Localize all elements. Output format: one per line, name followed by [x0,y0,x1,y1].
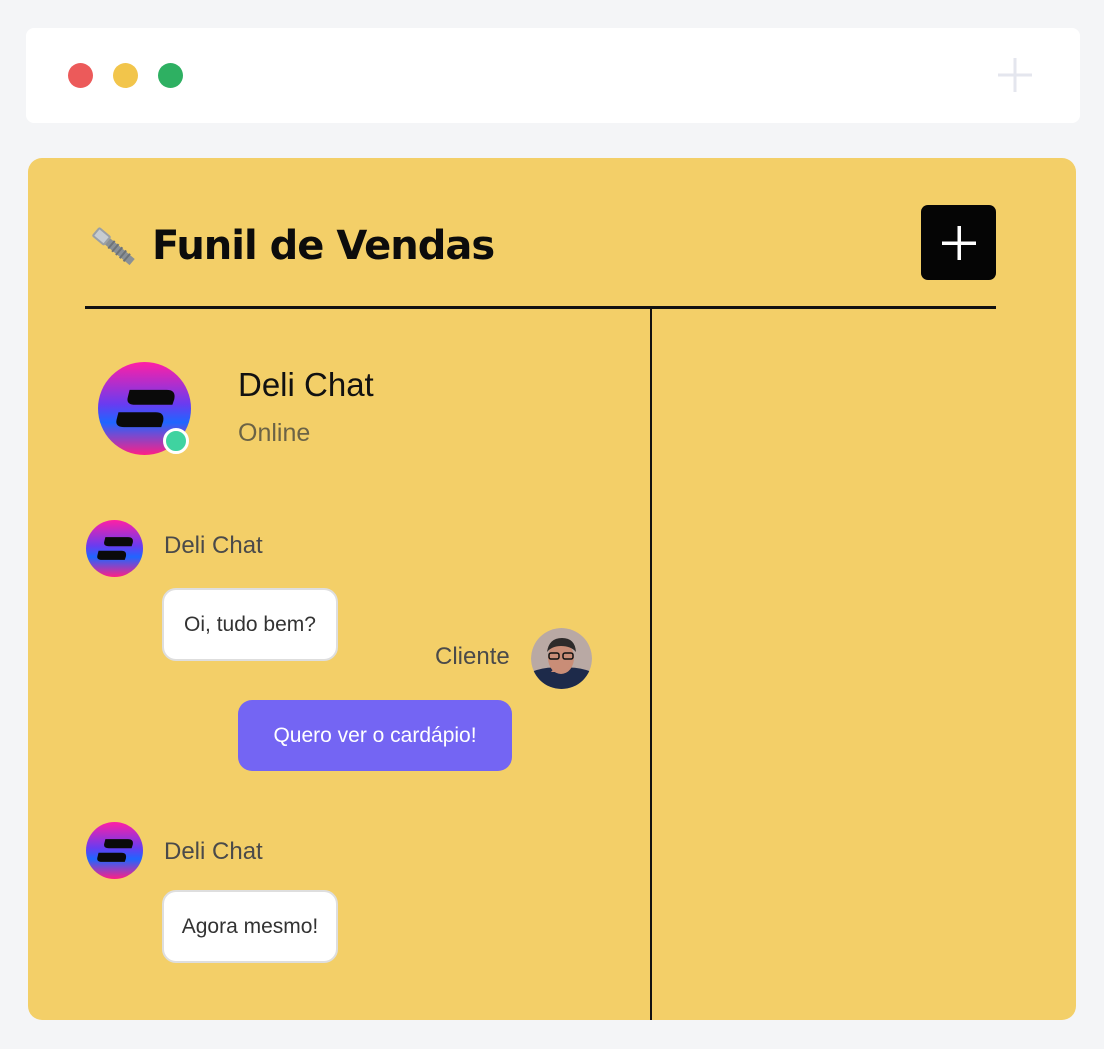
window-titlebar [26,28,1080,123]
bot-avatar [86,520,143,577]
contact-name: Deli Chat [238,366,374,403]
column-divider [650,308,652,1020]
maximize-window-button[interactable] [158,63,183,88]
message-sender: Deli Chat [164,532,263,559]
add-button[interactable] [921,205,996,280]
panel-header: Funil de Vendas [84,216,495,276]
header-divider [85,306,996,309]
deli-chat-logo-icon [86,822,143,879]
online-status-indicator [163,428,189,454]
close-window-button[interactable] [68,63,93,88]
message-sender: Deli Chat [164,838,263,865]
message-sender: Cliente [435,643,510,670]
new-tab-plus-icon[interactable] [996,56,1034,94]
message-bubble: Oi, tudo bem? [162,588,338,661]
contact-status: Online [238,419,311,447]
client-photo-icon [531,628,592,689]
plus-icon [941,225,976,260]
minimize-window-button[interactable] [113,63,138,88]
message-bubble-outgoing: Quero ver o cardápio! [238,700,512,771]
wrench-bolt-icon [84,217,142,275]
panel-title: Funil de Vendas [152,223,495,269]
sales-funnel-panel: Funil de Vendas Deli Chat Online Deli Ch… [28,158,1076,1020]
message-bubble: Agora mesmo! [162,890,338,963]
deli-chat-logo-icon [86,520,143,577]
bot-avatar [86,822,143,879]
client-avatar [531,628,592,689]
